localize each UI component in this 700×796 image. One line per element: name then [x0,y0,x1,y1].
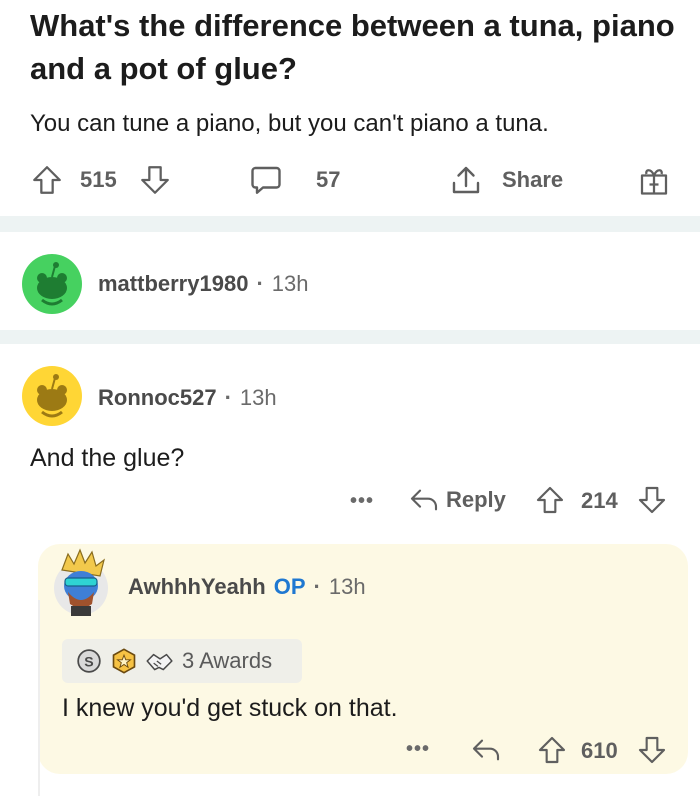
timestamp: 13h [328,574,366,599]
comment-ronnoc527: Ronnoc527 · 13h And the glue? ••• Reply 21… [0,366,700,536]
comment-text: And the glue? [30,444,185,472]
section-divider [0,330,700,344]
post-action-bar: 515 57 Share [0,158,700,202]
upvote-button[interactable] [534,482,566,518]
avatar[interactable] [22,254,82,314]
upvote-button[interactable] [536,732,568,768]
gift-icon [640,169,668,195]
downvote-icon [141,166,169,194]
meta-separator: · [256,271,264,296]
post-downvote-button[interactable] [138,158,172,202]
snoo-avatar-icon [37,262,67,306]
share-icon [452,166,480,194]
timestamp: 13h [239,385,277,410]
comment-text: I knew you'd get stuck on that. [62,694,398,722]
snoo-avatar-icon [37,374,67,418]
handshake-award-icon [146,653,173,671]
reply-button[interactable] [470,732,502,768]
section-divider [0,216,700,232]
share-button[interactable]: Share [448,158,563,202]
post-score: 515 [80,167,117,192]
downvote-button[interactable] [636,482,668,518]
comment-score: 214 [581,488,618,513]
post-upvote-button[interactable] [30,158,64,202]
award-button[interactable] [636,158,672,202]
username[interactable]: AwhhhYeahh [128,574,266,599]
upvote-icon [536,486,564,514]
post-comments-button[interactable] [248,158,284,202]
reply-label: Reply [446,487,506,512]
gold-award-icon [112,648,136,674]
op-badge: OP [273,574,306,599]
timestamp: 13h [271,271,309,296]
share-label: Share [502,167,564,192]
reply-meta: AwhhhYeahh OP · 13h [128,574,366,600]
meta-separator: · [313,574,321,599]
reply-arrow-icon [410,489,438,511]
more-options-button[interactable]: ••• [406,738,430,761]
awards-count: 3 Awards [182,648,273,673]
comment-mattberry1980: mattberry1980 · 13h [0,254,700,318]
more-options-button[interactable]: ••• [350,490,374,513]
post-body: You can tune a piano, but you can't pian… [30,110,549,137]
reply-arrow-icon [472,739,500,761]
custom-avatar-icon [54,548,108,616]
downvote-button[interactable] [636,732,668,768]
downvote-icon [638,486,666,514]
upvote-icon [33,166,61,194]
comment-bubble-icon [251,166,281,194]
avatar[interactable] [22,366,82,426]
username[interactable]: Ronnoc527 [98,385,217,410]
downvote-icon [638,736,666,764]
silver-award-icon: S [77,649,101,673]
thread-line[interactable] [38,600,40,796]
reply-score: 610 [581,738,618,763]
post-comment-count: 57 [316,167,341,192]
comment-meta: Ronnoc527 · 13h [98,385,277,411]
post-title[interactable]: What's the difference between a tuna, pi… [30,4,680,90]
svg-text:S: S [84,653,93,669]
meta-separator: · [224,385,232,410]
avatar[interactable] [52,548,110,616]
reply-button[interactable]: Reply [408,482,506,518]
comment-meta: mattberry1980 · 13h [98,271,308,297]
username[interactable]: mattberry1980 [98,271,248,296]
awards-strip[interactable]: S 3 Awards [62,639,302,683]
upvote-icon [538,736,566,764]
